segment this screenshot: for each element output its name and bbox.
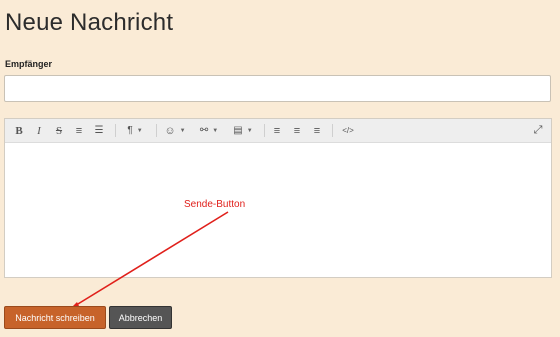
- message-editor: B I S ≡ ☰ ¶ ▼ ☺ ▼ ⚯ ▼ ▤ ▼ ≡ ≡ ≡ </> ⤢: [4, 118, 552, 278]
- recipient-label: Empfänger: [5, 59, 53, 69]
- page-title: Neue Nachricht: [5, 9, 174, 36]
- emoji-dropdown[interactable]: ☺ ▼: [162, 119, 188, 142]
- cancel-button[interactable]: Abbrechen: [109, 306, 172, 329]
- message-body[interactable]: [5, 143, 551, 277]
- chevron-down-icon: ▼: [136, 127, 143, 134]
- align-left-icon[interactable]: ≡: [270, 119, 284, 142]
- emoji-icon: ☺: [164, 124, 176, 137]
- code-icon[interactable]: </>: [338, 119, 358, 142]
- chevron-down-icon: ▼: [246, 127, 253, 134]
- ordered-list-icon[interactable]: ≡: [73, 119, 85, 142]
- toolbar-separator: [332, 124, 333, 137]
- paragraph-icon: ¶: [127, 125, 133, 136]
- editor-toolbar: B I S ≡ ☰ ¶ ▼ ☺ ▼ ⚯ ▼ ▤ ▼ ≡ ≡ ≡ </> ⤢: [5, 119, 551, 143]
- link-icon: ⚯: [199, 125, 209, 136]
- send-message-button[interactable]: Nachricht schreiben: [4, 306, 106, 329]
- file-dropdown[interactable]: ▤ ▼: [230, 119, 256, 142]
- fullscreen-icon[interactable]: ⤢: [531, 119, 545, 142]
- file-icon: ▤: [233, 125, 243, 136]
- italic-icon[interactable]: I: [33, 119, 45, 142]
- bold-icon[interactable]: B: [13, 119, 25, 142]
- toolbar-separator: [115, 124, 116, 137]
- link-dropdown[interactable]: ⚯ ▼: [196, 119, 222, 142]
- toolbar-separator: [264, 124, 265, 137]
- align-right-icon[interactable]: ≡: [310, 119, 324, 142]
- chevron-down-icon: ▼: [212, 127, 219, 134]
- recipient-input[interactable]: [4, 75, 551, 102]
- annotation-label: Sende-Button: [184, 199, 246, 210]
- unordered-list-icon[interactable]: ☰: [93, 119, 105, 142]
- paragraph-dropdown[interactable]: ¶ ▼: [122, 119, 148, 142]
- chevron-down-icon: ▼: [179, 127, 186, 134]
- toolbar-separator: [156, 124, 157, 137]
- align-center-icon[interactable]: ≡: [290, 119, 304, 142]
- strikethrough-icon[interactable]: S: [53, 119, 65, 142]
